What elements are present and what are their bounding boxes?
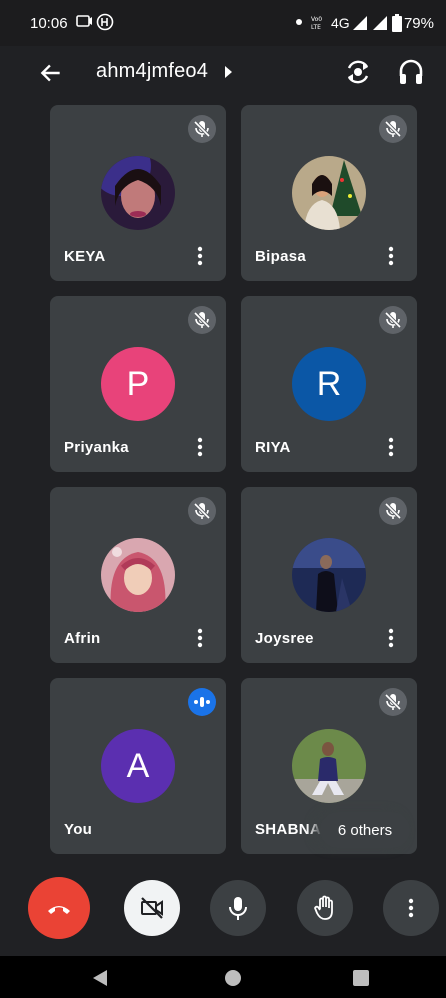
mic-off-icon <box>384 120 402 138</box>
avatar <box>101 156 175 230</box>
more-vert-icon[interactable] <box>385 436 397 458</box>
network-type: 4G <box>331 15 350 31</box>
nav-recents-icon[interactable] <box>352 969 370 987</box>
muted-mic-indicator <box>188 115 216 143</box>
meeting-header: ahm4jmfeo4 <box>0 46 446 100</box>
battery-icon <box>392 14 402 32</box>
participant-photo <box>292 729 366 803</box>
participant-tile[interactable]: Bipasa <box>241 105 417 281</box>
avatar <box>101 538 175 612</box>
more-vert-icon[interactable] <box>194 627 206 649</box>
mic-off-icon <box>384 693 402 711</box>
muted-mic-indicator <box>379 688 407 716</box>
more-vert-icon[interactable] <box>194 436 206 458</box>
battery-level: 79% <box>403 15 434 32</box>
more-vert-icon[interactable] <box>194 245 206 267</box>
system-nav-bar <box>0 956 446 998</box>
muted-mic-indicator <box>379 115 407 143</box>
nav-home-icon[interactable] <box>224 969 242 987</box>
muted-mic-indicator <box>379 306 407 334</box>
participant-name: Priyanka <box>64 439 129 456</box>
more-vert-icon <box>408 898 414 918</box>
meeting-code[interactable]: ahm4jmfeo4 <box>96 60 208 83</box>
mic-off-icon <box>384 311 402 329</box>
back-arrow-icon[interactable] <box>38 60 64 86</box>
participant-photo <box>101 538 175 612</box>
microphone-button[interactable] <box>210 880 266 936</box>
participant-photo <box>101 156 175 230</box>
participant-tile[interactable]: P Priyanka <box>50 296 226 472</box>
participant-name: Bipasa <box>255 248 306 265</box>
participant-photo <box>292 538 366 612</box>
video-off-icon <box>141 897 163 919</box>
participant-name: Joysree <box>255 630 314 647</box>
muted-mic-indicator <box>379 497 407 525</box>
raise-hand-button[interactable] <box>297 880 353 936</box>
participant-name: KEYA <box>64 248 106 265</box>
mic-icon <box>229 897 247 920</box>
others-badge[interactable]: 6 others <box>320 812 410 848</box>
muted-mic-indicator <box>188 306 216 334</box>
mic-off-icon <box>384 502 402 520</box>
notification-dot-icon <box>296 19 302 25</box>
volte-icon: Vo0 LTE <box>311 16 322 31</box>
participant-tile-self[interactable]: A You <box>50 678 226 854</box>
hand-icon <box>314 895 333 920</box>
avatar: P <box>101 347 175 421</box>
svg-text:LTE: LTE <box>311 24 321 31</box>
mic-off-icon <box>193 502 211 520</box>
avatar <box>292 538 366 612</box>
avatar <box>292 729 366 803</box>
mic-off-icon <box>193 311 211 329</box>
participant-name: Afrin <box>64 630 101 647</box>
switch-camera-icon[interactable] <box>344 58 372 86</box>
participant-tile[interactable]: Joysree <box>241 487 417 663</box>
audio-level-icon <box>194 697 210 707</box>
more-vert-icon[interactable] <box>385 627 397 649</box>
avatar: A <box>101 729 175 803</box>
participant-name: RIYA <box>255 439 291 456</box>
participant-tile[interactable]: R RIYA <box>241 296 417 472</box>
signal-icon <box>353 16 367 30</box>
status-bar: 10:06 Vo0 LTE 4G 79% <box>0 0 446 46</box>
headphones-icon[interactable] <box>398 58 424 86</box>
more-vert-icon[interactable] <box>385 245 397 267</box>
svg-text:Vo0: Vo0 <box>311 16 322 23</box>
nav-back-icon[interactable] <box>92 969 108 987</box>
participant-name: You <box>64 821 93 838</box>
avatar: R <box>292 347 366 421</box>
avatar <box>292 156 366 230</box>
status-time: 10:06 <box>30 15 68 32</box>
signal-icon-2 <box>373 16 387 30</box>
screen-cast-icon <box>76 15 92 27</box>
end-call-button[interactable] <box>28 877 90 939</box>
muted-mic-indicator <box>188 497 216 525</box>
participant-tile[interactable]: KEYA <box>50 105 226 281</box>
hang-up-icon <box>48 906 70 914</box>
mic-off-icon <box>193 120 211 138</box>
more-options-button[interactable] <box>383 880 439 936</box>
camera-toggle-button[interactable] <box>124 880 180 936</box>
call-controls <box>0 872 446 948</box>
app-notification-icon <box>96 13 114 31</box>
caret-right-icon[interactable] <box>224 65 234 79</box>
participant-tile[interactable]: Afrin <box>50 487 226 663</box>
speaking-indicator <box>188 688 216 716</box>
participant-photo <box>292 156 366 230</box>
